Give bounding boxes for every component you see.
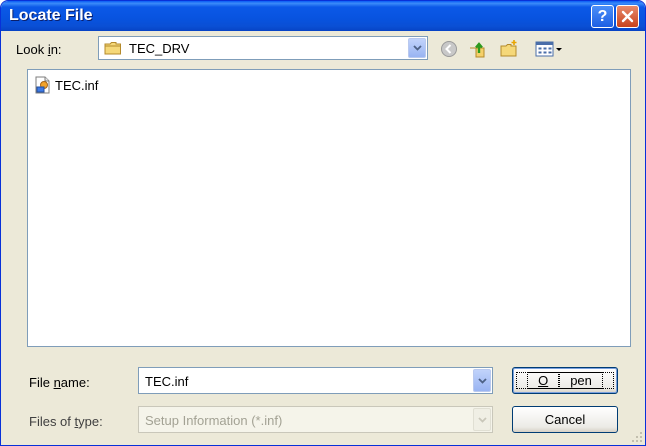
- close-button[interactable]: [616, 5, 639, 28]
- file-list[interactable]: TEC.inf: [27, 69, 631, 347]
- back-button[interactable]: [438, 38, 460, 60]
- files-of-type-dropdown: Setup Information (*.inf): [138, 406, 493, 433]
- look-in-label: Look in:: [16, 42, 62, 57]
- chevron-down-icon: [477, 416, 487, 423]
- locate-file-dialog: Locate File ? Look in: TEC_DRV TEC.inf F…: [0, 0, 646, 446]
- setup-information-file-icon: [35, 76, 50, 94]
- new-folder-button[interactable]: [498, 38, 520, 60]
- files-of-type-dropdown-arrow: [473, 408, 491, 431]
- look-in-dropdown[interactable]: TEC_DRV: [98, 36, 428, 60]
- file-name-label: File name:: [29, 375, 90, 390]
- views-menu-button[interactable]: [533, 38, 565, 60]
- title-bar[interactable]: Locate File ?: [1, 1, 645, 31]
- views-menu-icon: [535, 41, 562, 57]
- list-item[interactable]: TEC.inf: [34, 76, 98, 94]
- files-of-type-value: Setup Information (*.inf): [145, 413, 283, 428]
- file-name-input[interactable]: TEC.inf: [138, 367, 493, 394]
- file-name: TEC.inf: [55, 77, 99, 93]
- look-in-dropdown-arrow[interactable]: [408, 38, 426, 58]
- folder-icon: [104, 42, 121, 55]
- files-of-type-label: Files of type:: [29, 414, 103, 429]
- resize-grip-icon[interactable]: [631, 431, 643, 443]
- chevron-down-icon: [477, 377, 487, 384]
- open-button-label: Open: [516, 372, 614, 389]
- up-folder-icon: [470, 42, 485, 58]
- up-one-level-button[interactable]: [467, 38, 489, 60]
- cancel-button[interactable]: Cancel: [512, 406, 618, 433]
- help-button[interactable]: ?: [591, 5, 614, 28]
- chevron-down-icon: [412, 45, 422, 51]
- close-icon: [621, 10, 634, 23]
- back-icon: [441, 41, 457, 57]
- file-name-dropdown-arrow[interactable]: [473, 369, 491, 392]
- window-title: Locate File: [9, 7, 93, 24]
- look-in-value: TEC_DRV: [129, 41, 190, 56]
- new-folder-icon: [500, 40, 517, 57]
- help-icon: ?: [597, 7, 608, 25]
- open-button[interactable]: Open: [512, 367, 618, 394]
- file-name-value: TEC.inf: [145, 374, 189, 389]
